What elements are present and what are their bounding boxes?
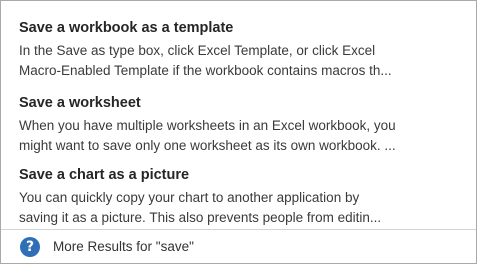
- result-description: When you have multiple worksheets in an …: [19, 116, 464, 156]
- result-description-line: When you have multiple worksheets in an …: [19, 118, 396, 133]
- search-results-panel: Save a workbook as a template In the Sav…: [0, 0, 477, 264]
- result-description: In the Save as type box, click Excel Tem…: [19, 41, 464, 81]
- help-question-icon[interactable]: ?: [20, 236, 40, 257]
- more-results-label[interactable]: More Results for "save": [53, 239, 194, 254]
- result-description: You can quickly copy your chart to anoth…: [19, 188, 464, 228]
- result-description-line: In the Save as type box, click Excel Tem…: [19, 43, 376, 58]
- search-result-save-workbook-as-template[interactable]: Save a workbook as a template In the Sav…: [19, 19, 464, 81]
- result-description-line: Macro-Enabled Template if the workbook c…: [19, 63, 392, 78]
- result-title[interactable]: Save a chart as a picture: [19, 166, 464, 184]
- search-result-save-worksheet[interactable]: Save a worksheet When you have multiple …: [19, 94, 464, 156]
- result-title[interactable]: Save a workbook as a template: [19, 19, 464, 37]
- more-results-link[interactable]: ? More Results for "save": [1, 230, 476, 263]
- result-description-line: might want to save only one worksheet as…: [19, 138, 396, 153]
- result-description-line: You can quickly copy your chart to anoth…: [19, 190, 360, 205]
- search-result-save-chart-as-picture[interactable]: Save a chart as a picture You can quickl…: [19, 166, 464, 228]
- result-description-line: saving it as a picture. This also preven…: [19, 210, 382, 225]
- result-title[interactable]: Save a worksheet: [19, 94, 464, 112]
